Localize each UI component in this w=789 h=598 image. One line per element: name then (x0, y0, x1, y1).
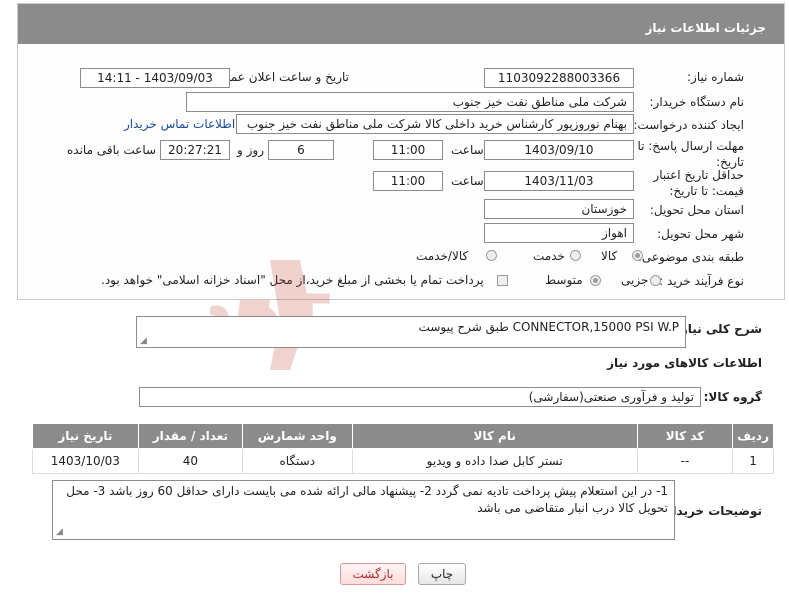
cell-date: 1403/10/03 (32, 448, 139, 474)
col-header-date: تاریخ نیاز (32, 423, 139, 449)
remaining-label: ساعت باقی مانده (67, 143, 157, 157)
process-radio-medium[interactable] (590, 275, 601, 286)
table-header-row: ردیف کد کالا نام کالا واحد شمارش تعداد /… (32, 423, 774, 449)
process-label: نوع فرآیند خرید : (659, 274, 744, 288)
buyer-label: نام دستگاه خریدار: (649, 95, 745, 109)
days-and-label: روز و (237, 143, 264, 157)
validity-time-field[interactable]: 11:00 (373, 171, 443, 191)
print-button[interactable]: چاپ (418, 563, 466, 585)
contact-info-link[interactable]: اطلاعات تماس خریدار (124, 117, 235, 131)
creator-label: ایجاد کننده درخواست: (633, 118, 744, 132)
city-label: شهر محل تحویل: (657, 227, 744, 241)
category-option-service: خدمت (533, 249, 565, 263)
validity-label: حداقل تاریخ اعتبار قیمت: تا تاریخ: (653, 168, 744, 198)
deadline-date-field[interactable]: 1403/09/10 (484, 140, 634, 160)
announce-field[interactable]: 1403/09/03 - 14:11 (80, 68, 230, 88)
cell-name: تستر کابل صدا داده و ویدیو (351, 448, 638, 474)
deadline-time-label: ساعت (451, 143, 484, 157)
process-radio-minor[interactable] (650, 275, 661, 286)
col-header-unit: واحد شمارش (242, 423, 353, 449)
category-option-goods: کالا (601, 249, 618, 263)
summary-text: CONNECTOR,15000 PSI W.P طبق شرح پیوست (418, 320, 679, 334)
deadline-label: مهلت ارسال پاسخ: تا تاریخ: (637, 139, 744, 169)
creator-field[interactable]: بهنام نوروزپور کارشناس خرید داخلی کالا ش… (236, 114, 634, 134)
category-radio-service[interactable] (570, 250, 581, 261)
cell-unit: دستگاه (242, 448, 353, 474)
payment-note: پرداخت تمام یا بخشی از مبلغ خرید،از محل … (101, 273, 484, 287)
summary-resize-handle[interactable]: ◢ (140, 336, 147, 346)
summary-label: شرح کلی نیاز: (676, 322, 762, 336)
deadline-time-field[interactable]: 11:00 (373, 140, 443, 160)
col-header-quantity: تعداد / مقدار (137, 423, 244, 449)
validity-time-label: ساعت (451, 174, 484, 188)
cell-code: -- (636, 448, 734, 474)
buyer-notes-resize-handle[interactable]: ◢ (56, 527, 63, 537)
category-radio-goods[interactable] (632, 250, 643, 261)
goods-section-title: اطلاعات کالاهای مورد نیاز (607, 356, 762, 370)
need-number-label: شماره نیاز: (687, 70, 744, 84)
validity-date-field[interactable]: 1403/11/03 (484, 171, 634, 191)
buyer-notes-text: 1- در این استعلام پیش پرداخت تادیه نمی گ… (66, 484, 668, 515)
panel-title: جزئیات اطلاعات نیاز (18, 4, 784, 44)
province-field[interactable]: خوزستان (484, 199, 634, 219)
city-field[interactable]: اهواز (484, 223, 634, 243)
summary-field[interactable]: CONNECTOR,15000 PSI W.P طبق شرح پیوست (136, 316, 686, 348)
table-row[interactable]: 1 -- تستر کابل صدا داده و ویدیو دستگاه 4… (32, 448, 774, 474)
goods-table: ردیف کد کالا نام کالا واحد شمارش تعداد /… (32, 423, 774, 474)
cell-quantity: 40 (137, 448, 244, 474)
category-radio-goods-service[interactable] (486, 250, 497, 261)
buyer-field[interactable]: شرکت ملی مناطق نفت خیز جنوب (186, 92, 634, 112)
col-header-name: نام کالا (351, 423, 638, 449)
col-header-row-number: ردیف (732, 423, 774, 449)
category-label: طبقه بندی موضوعی: (637, 250, 744, 264)
cell-row-number: 1 (732, 448, 774, 474)
days-field[interactable]: 6 (268, 140, 334, 160)
buyer-notes-field[interactable]: 1- در این استعلام پیش پرداخت تادیه نمی گ… (52, 480, 675, 540)
remaining-time-field[interactable]: 20:27:21 (160, 140, 230, 160)
treasury-checkbox[interactable] (497, 275, 508, 286)
process-option-minor: جزیی (621, 273, 649, 287)
province-label: استان محل تحویل: (649, 203, 744, 217)
goods-group-label: گروه کالا: (703, 390, 762, 404)
category-option-goods-service: کالا/خدمت (416, 249, 469, 263)
goods-group-field[interactable]: تولید و فرآوری صنعتی(سفارشی) (139, 387, 701, 407)
need-number-field[interactable]: 1103092288003366 (484, 68, 634, 88)
col-header-code: کد کالا (636, 423, 734, 449)
buyer-notes-label: توضیحات خریدار: (660, 504, 762, 518)
back-button[interactable]: بازگشت (340, 563, 406, 585)
process-option-medium: متوسط (545, 273, 583, 287)
